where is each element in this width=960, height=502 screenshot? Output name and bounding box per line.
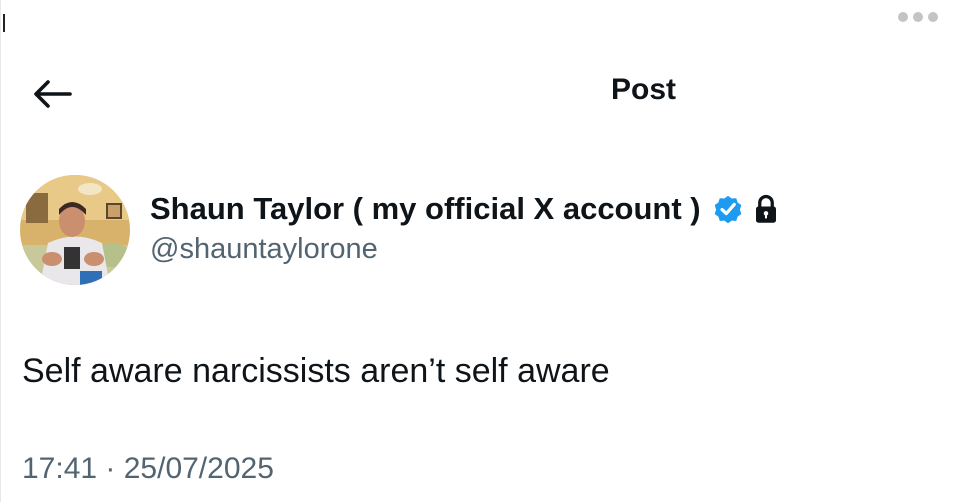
author-handle[interactable]: @shauntaylorone [150, 233, 378, 266]
page-title: Post [610, 73, 676, 106]
display-name[interactable]: Shaun Taylor ( my official X account ) [150, 191, 701, 227]
dot [928, 12, 938, 22]
verified-badge-icon [714, 195, 741, 224]
dot [913, 12, 923, 22]
lock-icon [755, 194, 776, 223]
post-text: Self aware narcissists aren’t self aware [22, 352, 610, 390]
more-options-icon[interactable] [898, 12, 938, 22]
text-cursor [3, 14, 5, 32]
dot [898, 12, 908, 22]
avatar[interactable] [20, 175, 130, 285]
author-name-row: Shaun Taylor ( my official X account ) [150, 190, 779, 228]
post-timestamp[interactable]: 17:41 · 25/07/2025 [22, 452, 274, 486]
